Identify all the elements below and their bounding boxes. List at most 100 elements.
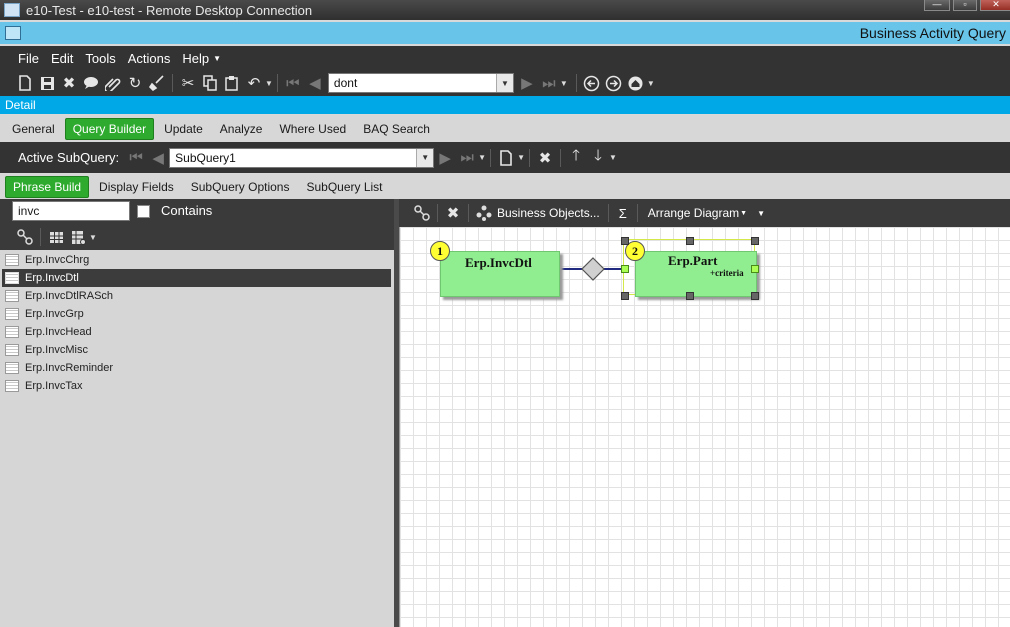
nav-dropdown-icon[interactable]: ▼ bbox=[560, 79, 568, 88]
business-objects-icon[interactable] bbox=[473, 202, 495, 224]
table-icon bbox=[5, 308, 19, 320]
tab-subquery-options[interactable]: SubQuery Options bbox=[184, 177, 297, 197]
menu-actions[interactable]: Actions bbox=[128, 51, 171, 66]
toolbar-separator bbox=[490, 148, 492, 167]
list-item[interactable]: Erp.InvcDtlRASch bbox=[2, 287, 391, 305]
link-icon[interactable] bbox=[14, 226, 36, 248]
table-icon[interactable] bbox=[45, 226, 67, 248]
minimize-button[interactable]: — bbox=[924, 0, 950, 11]
list-item[interactable]: Erp.InvcHead bbox=[2, 323, 391, 341]
tab-where-used[interactable]: Where Used bbox=[272, 119, 353, 139]
delete-icon[interactable]: ✖ bbox=[442, 202, 464, 224]
table-filter-input[interactable]: invc bbox=[12, 201, 130, 221]
previous-subquery-icon[interactable]: ◀ bbox=[147, 147, 169, 169]
comment-icon[interactable] bbox=[80, 72, 102, 94]
next-record-icon[interactable]: ▶ bbox=[516, 72, 538, 94]
new-icon[interactable] bbox=[14, 72, 36, 94]
first-subquery-icon[interactable]: ⏮ bbox=[125, 147, 147, 169]
home-dropdown-icon[interactable]: ▼ bbox=[647, 79, 655, 88]
clear-brush-icon[interactable] bbox=[146, 72, 168, 94]
menu-help[interactable]: Help bbox=[182, 51, 209, 66]
chevron-down-icon[interactable]: ▼ bbox=[495, 74, 513, 92]
undo-icon[interactable]: ↶ bbox=[243, 72, 265, 94]
tab-update[interactable]: Update bbox=[157, 119, 210, 139]
tab-baq-search[interactable]: BAQ Search bbox=[356, 119, 437, 139]
subquery-value: SubQuery1 bbox=[175, 150, 236, 165]
last-record-icon[interactable]: ⏭ bbox=[538, 72, 560, 94]
app-title-bar: Business Activity Query bbox=[0, 22, 1010, 44]
tab-query-builder[interactable]: Query Builder bbox=[64, 117, 155, 140]
next-subquery-icon[interactable]: ▶ bbox=[434, 147, 456, 169]
resize-handle[interactable] bbox=[686, 237, 694, 245]
resize-handle[interactable] bbox=[621, 292, 629, 300]
menu-edit[interactable]: Edit bbox=[51, 51, 73, 66]
list-item[interactable]: Erp.InvcTax bbox=[2, 377, 391, 395]
diagram-table-name: Erp.InvcDtl bbox=[465, 255, 532, 270]
menu-tools[interactable]: Tools bbox=[85, 51, 115, 66]
move-down-icon[interactable]: 🡓 bbox=[587, 147, 609, 169]
toolbar-separator bbox=[529, 148, 530, 167]
arrange-dropdown-icon[interactable]: ▼ bbox=[740, 210, 747, 217]
new-subquery-dropdown-icon[interactable]: ▼ bbox=[517, 153, 525, 162]
detail-bar: Detail bbox=[0, 96, 1010, 114]
order-dropdown-icon[interactable]: ▼ bbox=[609, 153, 617, 162]
save-icon[interactable] bbox=[36, 72, 58, 94]
maximize-button[interactable]: ▫ bbox=[953, 0, 977, 11]
toolbar-overflow-icon[interactable]: ▼ bbox=[757, 209, 765, 218]
attachment-icon[interactable] bbox=[102, 72, 124, 94]
table-options-icon[interactable] bbox=[67, 226, 89, 248]
list-item[interactable]: Erp.InvcMisc bbox=[2, 341, 391, 359]
resize-handle[interactable] bbox=[621, 237, 629, 245]
tab-phrase-build[interactable]: Phrase Build bbox=[5, 175, 90, 198]
move-up-icon[interactable]: 🡑 bbox=[565, 147, 587, 169]
menu-file[interactable]: File bbox=[18, 51, 39, 66]
connection-port[interactable] bbox=[621, 265, 629, 273]
link-icon[interactable] bbox=[411, 202, 433, 224]
menu-overflow-icon[interactable]: ▼ bbox=[213, 54, 221, 63]
rdp-title-bar: e10-Test - e10-test - Remote Desktop Con… bbox=[0, 0, 1010, 20]
connection-port[interactable] bbox=[751, 265, 759, 273]
sigma-icon[interactable]: Σ bbox=[619, 206, 627, 221]
contains-checkbox[interactable] bbox=[137, 205, 150, 218]
previous-record-icon[interactable]: ◀ bbox=[304, 72, 326, 94]
toolbar-separator bbox=[172, 74, 173, 92]
first-record-icon[interactable]: ⏮ bbox=[282, 72, 304, 94]
delete-subquery-icon[interactable]: ✖ bbox=[534, 147, 556, 169]
list-item[interactable]: Erp.InvcChrg bbox=[2, 251, 391, 269]
paste-icon[interactable] bbox=[221, 72, 243, 94]
resize-handle[interactable] bbox=[751, 292, 759, 300]
copy-icon[interactable] bbox=[199, 72, 221, 94]
subquery-combo[interactable]: SubQuery1 ▼ bbox=[169, 147, 435, 168]
record-search-value: dont bbox=[333, 76, 358, 90]
subquery-nav-dropdown-icon[interactable]: ▼ bbox=[478, 153, 486, 162]
refresh-icon[interactable]: ↻ bbox=[124, 72, 146, 94]
delete-icon[interactable]: ✖ bbox=[58, 72, 80, 94]
close-window-button[interactable]: ✕ bbox=[980, 0, 1010, 11]
forward-icon[interactable] bbox=[603, 72, 625, 94]
tab-display-fields[interactable]: Display Fields bbox=[92, 177, 181, 197]
record-search-combo[interactable]: dont ▼ bbox=[327, 73, 514, 93]
diagram-table-invcdtl[interactable]: Erp.InvcDtl bbox=[440, 251, 560, 297]
new-subquery-icon[interactable] bbox=[495, 147, 517, 169]
last-subquery-icon[interactable]: ⏭ bbox=[456, 147, 478, 169]
resize-handle[interactable] bbox=[686, 292, 694, 300]
undo-dropdown-icon[interactable]: ▼ bbox=[265, 79, 273, 88]
business-objects-button[interactable]: Business Objects... bbox=[497, 206, 600, 220]
list-item[interactable]: Erp.InvcReminder bbox=[2, 359, 391, 377]
resize-handle[interactable] bbox=[751, 237, 759, 245]
home-icon[interactable] bbox=[625, 72, 647, 94]
diagram-toolbar: ✖ Business Objects... Σ Arrange Diagram … bbox=[399, 199, 1010, 227]
chevron-down-icon[interactable]: ▼ bbox=[416, 148, 434, 167]
arrange-diagram-button[interactable]: Arrange Diagram bbox=[648, 206, 739, 220]
tab-subquery-list[interactable]: SubQuery List bbox=[299, 177, 389, 197]
tab-analyze[interactable]: Analyze bbox=[213, 119, 270, 139]
toolbar-separator bbox=[437, 204, 438, 222]
list-item[interactable]: Erp.InvcGrp bbox=[2, 305, 391, 323]
back-icon[interactable] bbox=[581, 72, 603, 94]
diagram-table-part[interactable]: Erp.Part +criteria bbox=[635, 251, 757, 297]
table-options-dropdown-icon[interactable]: ▼ bbox=[89, 233, 97, 242]
list-item[interactable]: Erp.InvcDtl bbox=[2, 269, 391, 287]
cut-icon[interactable]: ✂ bbox=[177, 72, 199, 94]
tab-general[interactable]: General bbox=[5, 119, 62, 139]
query-diagram-canvas[interactable]: Erp.InvcDtl 1 Erp.Part +criteria 2 bbox=[399, 227, 1010, 627]
